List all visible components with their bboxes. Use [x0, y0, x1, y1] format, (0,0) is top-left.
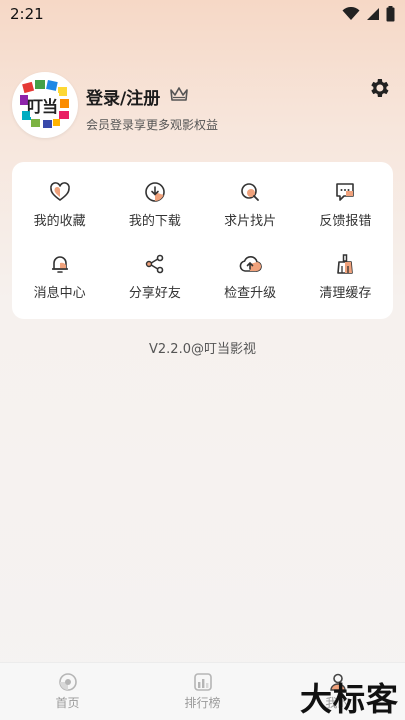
- version-text: V2.2.0@叮当影视: [149, 342, 256, 357]
- ranking-icon: [193, 673, 212, 691]
- download-icon: [145, 181, 165, 202]
- search-film-icon: [241, 182, 260, 201]
- menu-item-feedback[interactable]: 反馈报错: [298, 168, 393, 241]
- home-icon: [58, 673, 77, 691]
- menu-item-request-film[interactable]: 求片找片: [203, 168, 298, 241]
- crown-icon: [170, 87, 188, 101]
- bell-icon: [51, 256, 68, 274]
- nav-item-ranking[interactable]: 排行榜: [135, 663, 270, 720]
- menu-label: 消息中心: [33, 286, 86, 302]
- menu-label: 我的收藏: [33, 213, 86, 229]
- menu-label: 求片找片: [224, 213, 277, 229]
- watermark: 大标客: [299, 680, 399, 718]
- nav-label: 首页: [55, 696, 80, 710]
- heart-icon: [49, 181, 70, 201]
- menu-item-messages[interactable]: 消息中心: [12, 241, 107, 314]
- menu-item-check-update[interactable]: 检查升级: [203, 241, 298, 314]
- login-register-link[interactable]: 登录/注册: [86, 84, 160, 109]
- nav-item-home[interactable]: 首页: [0, 663, 135, 720]
- menu-item-favorites[interactable]: 我的收藏: [12, 168, 107, 241]
- member-subtitle: 会员登录享更多观影权益: [86, 118, 219, 132]
- menu-label: 分享好友: [128, 286, 181, 302]
- feedback-icon: [336, 182, 355, 201]
- broom-icon: [337, 254, 354, 275]
- status-time: 2:21: [10, 5, 44, 23]
- wifi-icon: [342, 7, 360, 20]
- app-logo: 叮当: [19, 79, 71, 131]
- menu-label: 检查升级: [224, 286, 277, 302]
- signal-icon: [367, 8, 379, 20]
- settings-button[interactable]: [367, 76, 391, 104]
- upgrade-icon: [239, 256, 262, 273]
- menu-card: 我的收藏 我的下载 求片找片 反馈报错 消息中心 分享好友 检查升级 清理缓存: [12, 162, 393, 319]
- menu-item-downloads[interactable]: 我的下载: [107, 168, 202, 241]
- share-icon: [145, 254, 164, 274]
- menu-label: 清理缓存: [319, 286, 372, 302]
- logo-text: 叮当: [27, 97, 58, 116]
- status-bar: 2:21: [0, 0, 405, 28]
- gear-icon: [371, 79, 389, 97]
- menu-label: 我的下载: [128, 213, 181, 229]
- avatar[interactable]: 叮当: [12, 72, 78, 138]
- menu-label: 反馈报错: [319, 213, 372, 229]
- menu-item-share[interactable]: 分享好友: [107, 241, 202, 314]
- profile-header[interactable]: 叮当 登录/注册 会员登录享更多观影权益: [12, 72, 392, 142]
- nav-label: 排行榜: [184, 696, 221, 710]
- battery-icon: [386, 6, 395, 22]
- status-icons: [342, 6, 395, 22]
- menu-item-clear-cache[interactable]: 清理缓存: [298, 241, 393, 314]
